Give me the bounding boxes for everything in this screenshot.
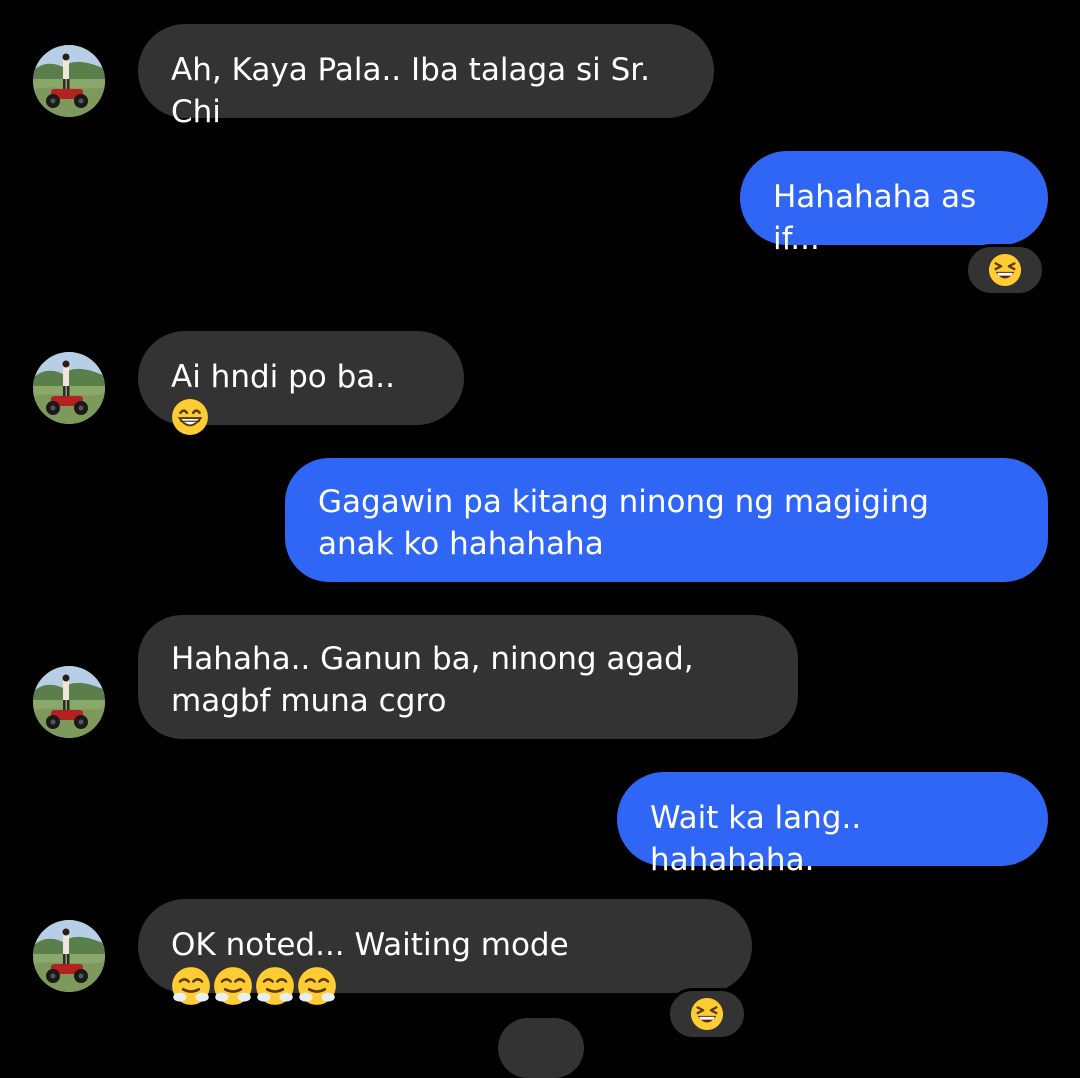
face-with-steam-emoji-icon xyxy=(213,966,253,1006)
partial-message-bubble[interactable] xyxy=(498,1018,584,1078)
face-with-steam-emoji-icon xyxy=(171,966,211,1006)
message-bubble-incoming[interactable]: Ai hndi po ba.. xyxy=(138,331,464,425)
message-bubble-outgoing[interactable]: Hahahaha as if... xyxy=(740,151,1048,257)
avatar-photo-icon xyxy=(33,352,105,424)
grinning-emoji-icon xyxy=(171,398,209,436)
contact-avatar[interactable] xyxy=(33,352,105,424)
avatar-photo-icon xyxy=(33,45,105,117)
message-reaction[interactable] xyxy=(965,244,1045,296)
avatar-photo-icon xyxy=(33,920,105,992)
contact-avatar[interactable] xyxy=(33,45,105,117)
message-bubble-incoming[interactable]: Hahaha.. Ganun ba, ninong agad, magbf mu… xyxy=(138,615,798,739)
contact-avatar[interactable] xyxy=(33,666,105,738)
message-reaction[interactable] xyxy=(667,988,747,1040)
contact-avatar[interactable] xyxy=(33,920,105,992)
face-with-steam-emoji-icon xyxy=(297,966,337,1006)
message-bubble-incoming[interactable]: Ah, Kaya Pala.. Iba talaga si Sr. Chi xyxy=(138,24,714,130)
message-text: Hahaha.. Ganun ba, ninong agad, magbf mu… xyxy=(171,641,694,719)
message-bubble-incoming[interactable]: OK noted... Waiting mode xyxy=(138,899,752,993)
message-text: OK noted... Waiting mode xyxy=(171,927,569,963)
face-with-steam-emoji-icon xyxy=(255,966,295,1006)
laughing-emoji-icon xyxy=(690,997,724,1031)
message-bubble-outgoing[interactable]: Wait ka lang.. hahahaha. xyxy=(617,772,1048,878)
message-text: Ai hndi po ba.. xyxy=(171,359,395,395)
laughing-emoji-icon xyxy=(988,253,1022,287)
steam-emoji-group xyxy=(171,966,337,1006)
message-bubble-outgoing[interactable]: Gagawin pa kitang ninong ng magiging ana… xyxy=(285,458,1048,582)
message-text: Gagawin pa kitang ninong ng magiging ana… xyxy=(318,484,929,562)
message-text: Hahahaha as if... xyxy=(773,179,977,257)
message-text: Wait ka lang.. hahahaha. xyxy=(650,800,862,878)
avatar-photo-icon xyxy=(33,666,105,738)
message-text: Ah, Kaya Pala.. Iba talaga si Sr. Chi xyxy=(171,52,651,130)
